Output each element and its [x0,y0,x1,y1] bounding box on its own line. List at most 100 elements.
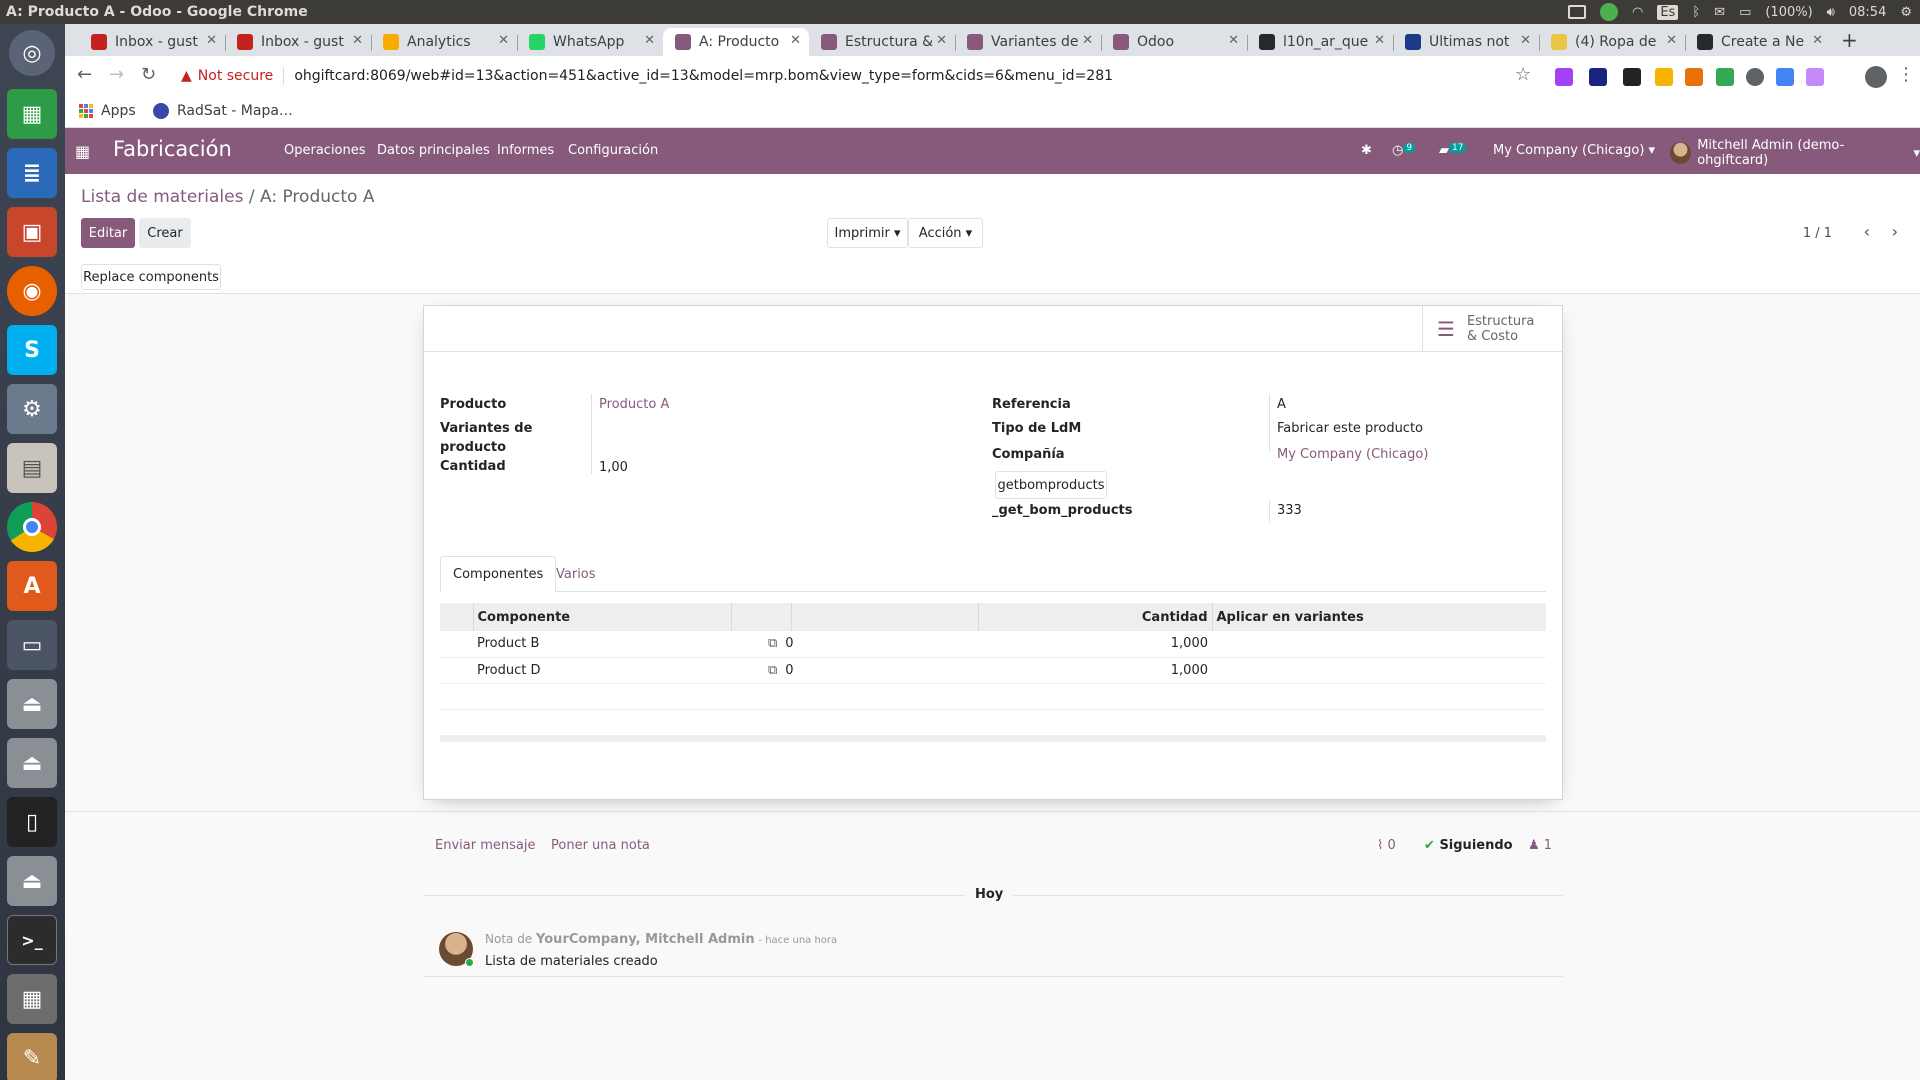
volume-icon[interactable]: 🔊︎ [1827,5,1835,20]
address-bar[interactable]: ▲ Not secure ohgiftcard:8069/web#id=13&a… [181,60,1611,92]
menu-informes[interactable]: Informes [497,143,554,158]
create-button[interactable]: Crear [139,218,191,248]
company-switcher[interactable]: My Company (Chicago) ▾ [1493,143,1655,158]
pager-value[interactable]: 1 / 1 [1803,226,1832,241]
check-icon[interactable] [1600,3,1618,21]
close-tab-icon[interactable]: ✕ [206,33,217,48]
url-text[interactable]: ohgiftcard:8069/web#id=13&action=451&act… [294,68,1113,84]
browser-tab[interactable]: Inbox - gust ✕ [225,28,371,56]
files-icon[interactable]: ▤ [7,443,57,493]
compania-field[interactable]: My Company (Chicago) [1277,445,1428,464]
browser-tab[interactable]: WhatsApp ✕ [517,28,663,56]
menu-operaciones[interactable]: Operaciones [284,143,366,158]
browser-tab[interactable]: Analytics ✕ [371,28,517,56]
gear-icon[interactable]: ⚙ [1900,5,1912,20]
log-note-button[interactable]: Poner una nota [551,838,650,853]
table-row[interactable]: Product B ⧉ 0 1,000 [440,631,1546,658]
not-secure-label[interactable]: Not secure [198,68,274,84]
bluetooth-icon[interactable]: ᛒ [1692,5,1700,20]
pager-previous-icon[interactable]: ‹ [1864,222,1870,241]
extension-icon[interactable] [1623,68,1641,86]
header-cantidad[interactable]: Cantidad [978,603,1213,631]
mail-icon[interactable]: ✉ [1714,5,1725,20]
skype-icon[interactable]: S [7,325,57,375]
activity-icon[interactable]: ◷ 9 [1392,143,1416,158]
browser-tab[interactable]: Variantes de ✕ [955,28,1101,56]
close-tab-icon[interactable]: ✕ [644,33,655,48]
browser-tab[interactable]: Create a Ne ✕ [1685,28,1831,56]
tab-componentes[interactable]: Componentes [440,556,557,592]
copy-icon[interactable]: ⧉ [768,663,777,678]
following-button[interactable]: ✔ Siguiendo [1424,838,1513,853]
browser-tab[interactable]: A: Producto ✕ [663,28,809,56]
component-variants[interactable] [1212,631,1546,658]
browser-tab[interactable]: l10n_ar_que ✕ [1247,28,1393,56]
component-variants[interactable] [1212,657,1546,684]
app-switcher-icon[interactable]: ▦ [75,142,90,161]
spreadsheet-icon[interactable]: ▦ [7,89,57,139]
extension-icon[interactable] [1589,68,1607,86]
header-componente[interactable]: Componente [473,603,732,631]
window-icon[interactable]: ▭ [7,620,57,670]
reload-icon[interactable]: ↻ [141,64,156,85]
extension-icon[interactable] [1685,68,1703,86]
send-message-button[interactable]: Enviar mensaje [435,838,535,853]
structure-cost-button[interactable]: ☰ Estructura & Costo [1422,306,1562,352]
action-dropdown[interactable]: Acción ▾ [908,218,983,248]
close-tab-icon[interactable]: ✕ [1812,33,1823,48]
close-tab-icon[interactable]: ✕ [1082,33,1093,48]
extension-icon[interactable] [1776,68,1794,86]
table-row[interactable]: Product D ⧉ 0 1,000 [440,657,1546,684]
calculator-icon[interactable]: ▦ [7,974,57,1024]
terminal-icon[interactable]: >_ [7,915,57,965]
component-name[interactable]: Product B [473,631,731,658]
extension-icon[interactable] [1555,68,1573,86]
bookmark-radsat[interactable]: RadSat - Mapa… [153,103,293,119]
drive-icon[interactable]: ⏏ [7,679,57,729]
close-tab-icon[interactable]: ✕ [1374,33,1385,48]
browser-menu-icon[interactable]: ⋮ [1897,64,1915,85]
forward-icon[interactable]: → [109,64,124,85]
menu-datos-principales[interactable]: Datos principales [377,143,490,158]
menu-configuracion[interactable]: Configuración [568,143,658,158]
breadcrumb-parent[interactable]: Lista de materiales [81,187,243,207]
copy-icon[interactable]: ⧉ [768,636,777,651]
attachments-button[interactable]: ⌇ 0 [1377,838,1396,853]
writer-icon[interactable]: ≣ [7,148,57,198]
back-icon[interactable]: ← [77,64,92,85]
wifi-icon[interactable]: ◠ [1632,5,1643,20]
clock[interactable]: 08:54 [1849,5,1886,20]
close-tab-icon[interactable]: ✕ [498,33,509,48]
close-tab-icon[interactable]: ✕ [352,33,363,48]
ubuntu-icon[interactable]: ◎ [9,30,55,76]
drive-icon[interactable]: ⏏ [7,856,57,906]
edit-button[interactable]: Editar [81,218,135,248]
close-tab-icon[interactable]: ✕ [1520,33,1531,48]
extension-icon[interactable] [1716,68,1734,86]
bookmark-star-icon[interactable]: ☆ [1515,64,1531,85]
browser-tab[interactable]: Últimas not ✕ [1393,28,1539,56]
extension-icon[interactable] [1746,68,1764,86]
producto-field[interactable]: Producto A [599,395,669,414]
browser-tab[interactable]: (4) Ropa de ✕ [1539,28,1685,56]
app-name[interactable]: Fabricación [113,137,232,161]
display-icon[interactable] [1568,5,1586,19]
browser-tab[interactable]: Odoo ✕ [1101,28,1247,56]
close-tab-icon[interactable]: ✕ [790,33,801,48]
component-name[interactable]: Product D [473,657,731,684]
phone-icon[interactable]: ▯ [7,797,57,847]
pager-next-icon[interactable]: › [1892,222,1898,241]
battery-icon[interactable]: ▭ [1739,5,1751,20]
replace-components-button[interactable]: Replace components [81,264,221,290]
keyboard-layout[interactable]: Es [1657,4,1679,20]
extension-icon[interactable] [1655,68,1673,86]
header-aplicar-variantes[interactable]: Aplicar en variantes [1212,603,1546,631]
chrome-icon[interactable] [7,502,57,552]
debug-bug-icon[interactable]: ✱ [1361,143,1372,158]
getbomproducts-button[interactable]: getbomproducts [995,471,1107,499]
browser-tab[interactable]: Inbox - gust ✕ [79,28,225,56]
editor-icon[interactable]: ✎ [7,1033,57,1080]
settings-icon[interactable]: ⚙ [7,384,57,434]
software-center-icon[interactable]: A [7,561,57,611]
firefox-icon[interactable]: ◉ [7,266,57,316]
